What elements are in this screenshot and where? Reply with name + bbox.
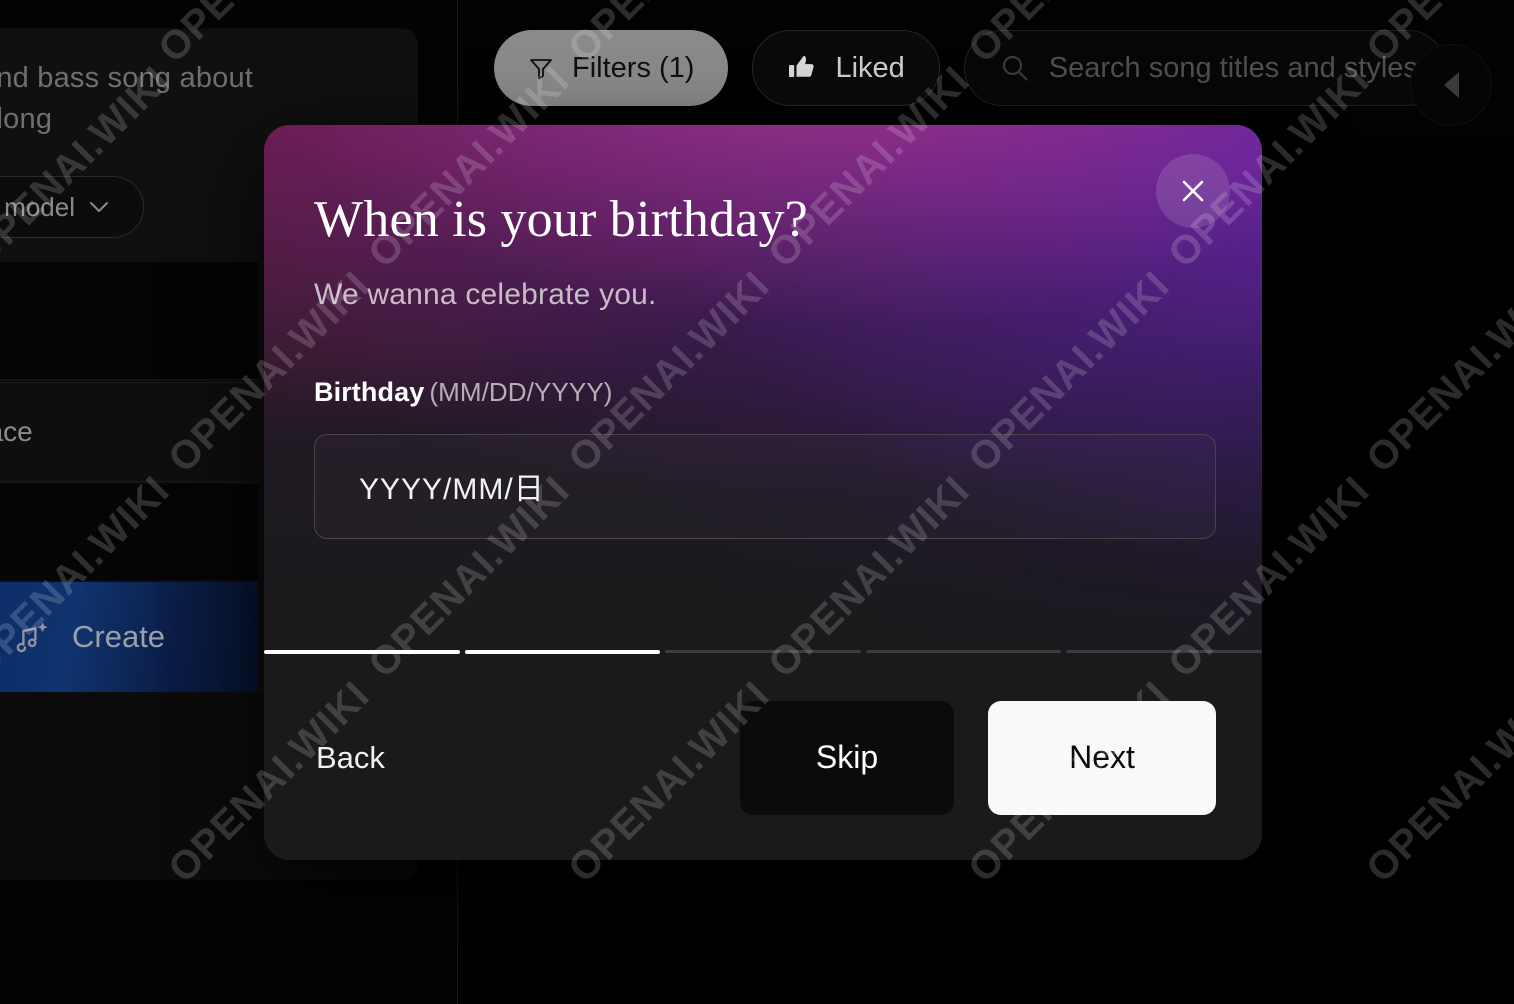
birthday-date-placeholder: YYYY/MM/日 bbox=[359, 473, 545, 507]
birthday-field-label: Birthday (MM/DD/YYYY) bbox=[314, 377, 1212, 408]
sidebar-row-3[interactable] bbox=[0, 484, 258, 580]
search-field[interactable]: Search song titles and styles bbox=[963, 30, 1446, 106]
model-selector-label: model bbox=[4, 191, 75, 222]
liked-button[interactable]: Liked bbox=[752, 30, 940, 106]
birthday-date-input[interactable]: YYYY/MM/日 bbox=[314, 433, 1216, 539]
chevron-down-icon bbox=[90, 202, 108, 212]
birthday-modal: When is your birthday? We wanna celebrat… bbox=[264, 125, 1262, 860]
birthday-format-hint: (MM/DD/YYYY) bbox=[429, 376, 613, 407]
search-placeholder: Search song titles and styles bbox=[1048, 51, 1418, 84]
thumbs-up-icon bbox=[789, 55, 815, 77]
filters-button[interactable]: Filters (1) bbox=[494, 30, 729, 106]
search-icon bbox=[1002, 55, 1028, 81]
model-selector[interactable]: model bbox=[0, 176, 144, 238]
progress-segment-4 bbox=[865, 650, 1062, 653]
sidebar-row-2[interactable]: pace bbox=[0, 382, 258, 482]
funnel-icon bbox=[530, 59, 552, 80]
create-button-label: Create bbox=[72, 619, 166, 654]
modal-footer: Back Skip Next bbox=[264, 655, 1262, 860]
progress-segment-1 bbox=[264, 650, 460, 654]
app-root: and bass song about t long model pace bbox=[0, 0, 1514, 1004]
progress-segment-3 bbox=[665, 650, 861, 653]
skip-button[interactable]: Skip bbox=[740, 700, 954, 815]
progress-segment-5 bbox=[1066, 650, 1262, 653]
create-button[interactable]: Create bbox=[0, 582, 258, 692]
progress-segment-2 bbox=[464, 650, 661, 654]
onboarding-progress-bar bbox=[264, 650, 1262, 654]
sidebar-row-2-label: pace bbox=[0, 416, 33, 447]
sidebar-row-1[interactable] bbox=[0, 262, 258, 380]
collapse-panel-button[interactable] bbox=[1410, 44, 1492, 126]
modal-title: When is your birthday? bbox=[314, 191, 808, 248]
filters-button-label: Filters (1) bbox=[572, 51, 695, 84]
music-note-sparkle-icon bbox=[16, 622, 48, 653]
caret-left-icon bbox=[1443, 72, 1459, 98]
next-button[interactable]: Next bbox=[988, 700, 1216, 815]
liked-button-label: Liked bbox=[835, 51, 905, 84]
back-button[interactable]: Back bbox=[312, 730, 389, 786]
birthday-label-text: Birthday bbox=[314, 376, 425, 407]
modal-subtitle: We wanna celebrate you. bbox=[314, 277, 657, 311]
top-toolbar: Filters (1) Liked Search song titles and… bbox=[458, 0, 1514, 136]
